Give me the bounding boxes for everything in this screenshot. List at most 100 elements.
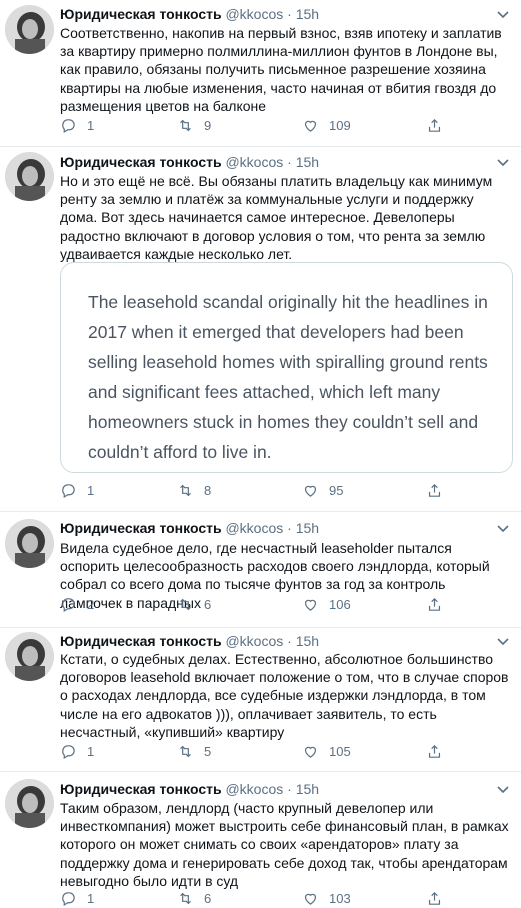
like-button[interactable]: 95 — [302, 482, 343, 499]
chevron-down-icon[interactable] — [495, 154, 511, 170]
tweet-actions: 1 6 103 — [60, 890, 500, 908]
reply-icon — [62, 892, 75, 906]
retweet-icon — [180, 745, 191, 758]
retweet-button[interactable]: 8 — [177, 482, 211, 499]
tweet[interactable]: Юридическая тонкость @kkocos · 15h Видел… — [0, 512, 521, 628]
reply-icon — [62, 598, 75, 612]
author-name[interactable]: Юридическая тонкость — [60, 6, 222, 22]
chevron-down-icon[interactable] — [495, 6, 511, 22]
tweet-time[interactable]: · 15h — [287, 154, 319, 170]
reply-icon — [62, 745, 75, 759]
reply-count: 1 — [87, 118, 95, 133]
retweet-count: 5 — [204, 744, 212, 759]
retweet-button[interactable]: 5 — [177, 743, 211, 760]
retweet-icon — [180, 119, 191, 132]
chevron-down-icon[interactable] — [495, 633, 511, 649]
tweet-actions: 1 5 105 — [60, 743, 500, 761]
retweet-count: 8 — [204, 483, 212, 498]
reply-icon — [62, 484, 75, 498]
tweet-header: Юридическая тонкость @kkocos · 15h — [60, 780, 319, 798]
chevron-down-icon[interactable] — [495, 520, 511, 536]
retweet-button[interactable]: 9 — [177, 117, 211, 134]
tweet-actions: 2 6 106 — [60, 596, 500, 614]
reply-icon — [62, 119, 75, 133]
retweet-icon — [180, 484, 191, 497]
author-name[interactable]: Юридическая тонкость — [60, 781, 222, 797]
retweet-button[interactable]: 6 — [177, 596, 211, 613]
share-button[interactable] — [426, 117, 453, 134]
share-icon — [428, 483, 441, 497]
tweet-time[interactable]: · 15h — [287, 633, 319, 649]
tweet-time[interactable]: · 15h — [287, 781, 319, 797]
share-button[interactable] — [426, 890, 453, 907]
like-count: 105 — [329, 744, 351, 759]
retweet-icon — [180, 598, 191, 611]
tweet[interactable]: Юридическая тонкость @kkocos · 15h Таким… — [0, 772, 521, 906]
quote-text: The leasehold scandal originally hit the… — [88, 292, 488, 462]
reply-button[interactable]: 1 — [60, 890, 94, 907]
tweet-header: Юридическая тонкость @kkocos · 15h — [60, 519, 319, 537]
reply-count: 1 — [87, 891, 95, 906]
reply-count: 1 — [87, 744, 95, 759]
like-button[interactable]: 109 — [302, 117, 351, 134]
retweet-icon — [180, 892, 191, 905]
tweet-time[interactable]: · 15h — [287, 6, 319, 22]
tweet-text: Соответственно, накопив на первый взнос,… — [60, 25, 502, 114]
avatar[interactable] — [5, 779, 54, 828]
share-icon — [428, 118, 441, 132]
like-icon — [304, 746, 317, 758]
reply-button[interactable]: 2 — [60, 596, 94, 613]
quoted-card[interactable]: The leasehold scandal originally hit the… — [60, 262, 513, 473]
avatar[interactable] — [5, 152, 54, 201]
tweet-header: Юридическая тонкость @kkocos · 15h — [60, 632, 319, 650]
retweet-count: 6 — [204, 891, 212, 906]
tweet[interactable]: Юридическая тонкость @kkocos · 15h Но и … — [0, 147, 521, 510]
share-icon — [428, 744, 441, 758]
author-name[interactable]: Юридическая тонкость — [60, 633, 222, 649]
share-button[interactable] — [426, 743, 453, 760]
avatar[interactable] — [5, 519, 54, 568]
author-handle[interactable]: @kkocos — [225, 520, 283, 536]
chevron-down-icon[interactable] — [495, 781, 511, 797]
share-icon — [428, 597, 441, 611]
like-count: 103 — [329, 891, 351, 906]
tweet-header: Юридическая тонкость @kkocos · 15h — [60, 5, 319, 23]
like-button[interactable]: 103 — [302, 890, 351, 907]
like-icon — [304, 599, 317, 611]
tweet[interactable]: Юридическая тонкость @kkocos · 15h Соотв… — [0, 0, 521, 145]
reply-button[interactable]: 1 — [60, 117, 94, 134]
tweet-text: Но и это ещё не всё. Вы обязаны платить … — [60, 173, 493, 262]
reply-count: 1 — [87, 483, 95, 498]
like-button[interactable]: 106 — [302, 596, 351, 613]
author-handle[interactable]: @kkocos — [225, 154, 283, 170]
like-icon — [304, 485, 317, 497]
share-button[interactable] — [426, 596, 453, 613]
reply-button[interactable]: 1 — [60, 743, 94, 760]
retweet-button[interactable]: 6 — [177, 890, 211, 907]
reply-button[interactable]: 1 — [60, 482, 94, 499]
tweet[interactable]: Юридическая тонкость @kkocos · 15h Кстат… — [0, 628, 521, 768]
avatar[interactable] — [5, 5, 54, 54]
share-button[interactable] — [426, 482, 453, 499]
tweet-text: Таким образом, лендлорд (часто крупный д… — [60, 800, 509, 889]
like-button[interactable]: 105 — [302, 743, 351, 760]
retweet-count: 6 — [204, 597, 212, 612]
author-name[interactable]: Юридическая тонкость — [60, 520, 222, 536]
tweet-actions: 1 8 95 — [60, 482, 500, 500]
avatar[interactable] — [5, 632, 54, 681]
like-count: 106 — [329, 597, 351, 612]
tweet-actions: 1 9 109 — [60, 117, 500, 135]
reply-count: 2 — [87, 597, 95, 612]
author-handle[interactable]: @kkocos — [225, 781, 283, 797]
like-count: 95 — [329, 483, 344, 498]
tweet-time[interactable]: · 15h — [287, 520, 319, 536]
author-handle[interactable]: @kkocos — [225, 6, 283, 22]
author-handle[interactable]: @kkocos — [225, 633, 283, 649]
like-icon — [304, 120, 317, 132]
like-count: 109 — [329, 118, 351, 133]
share-icon — [428, 891, 441, 905]
retweet-count: 9 — [204, 118, 212, 133]
like-icon — [304, 893, 317, 905]
author-name[interactable]: Юридическая тонкость — [60, 154, 222, 170]
tweet-text: Кстати, о судебных делах. Естественно, а… — [60, 651, 509, 740]
